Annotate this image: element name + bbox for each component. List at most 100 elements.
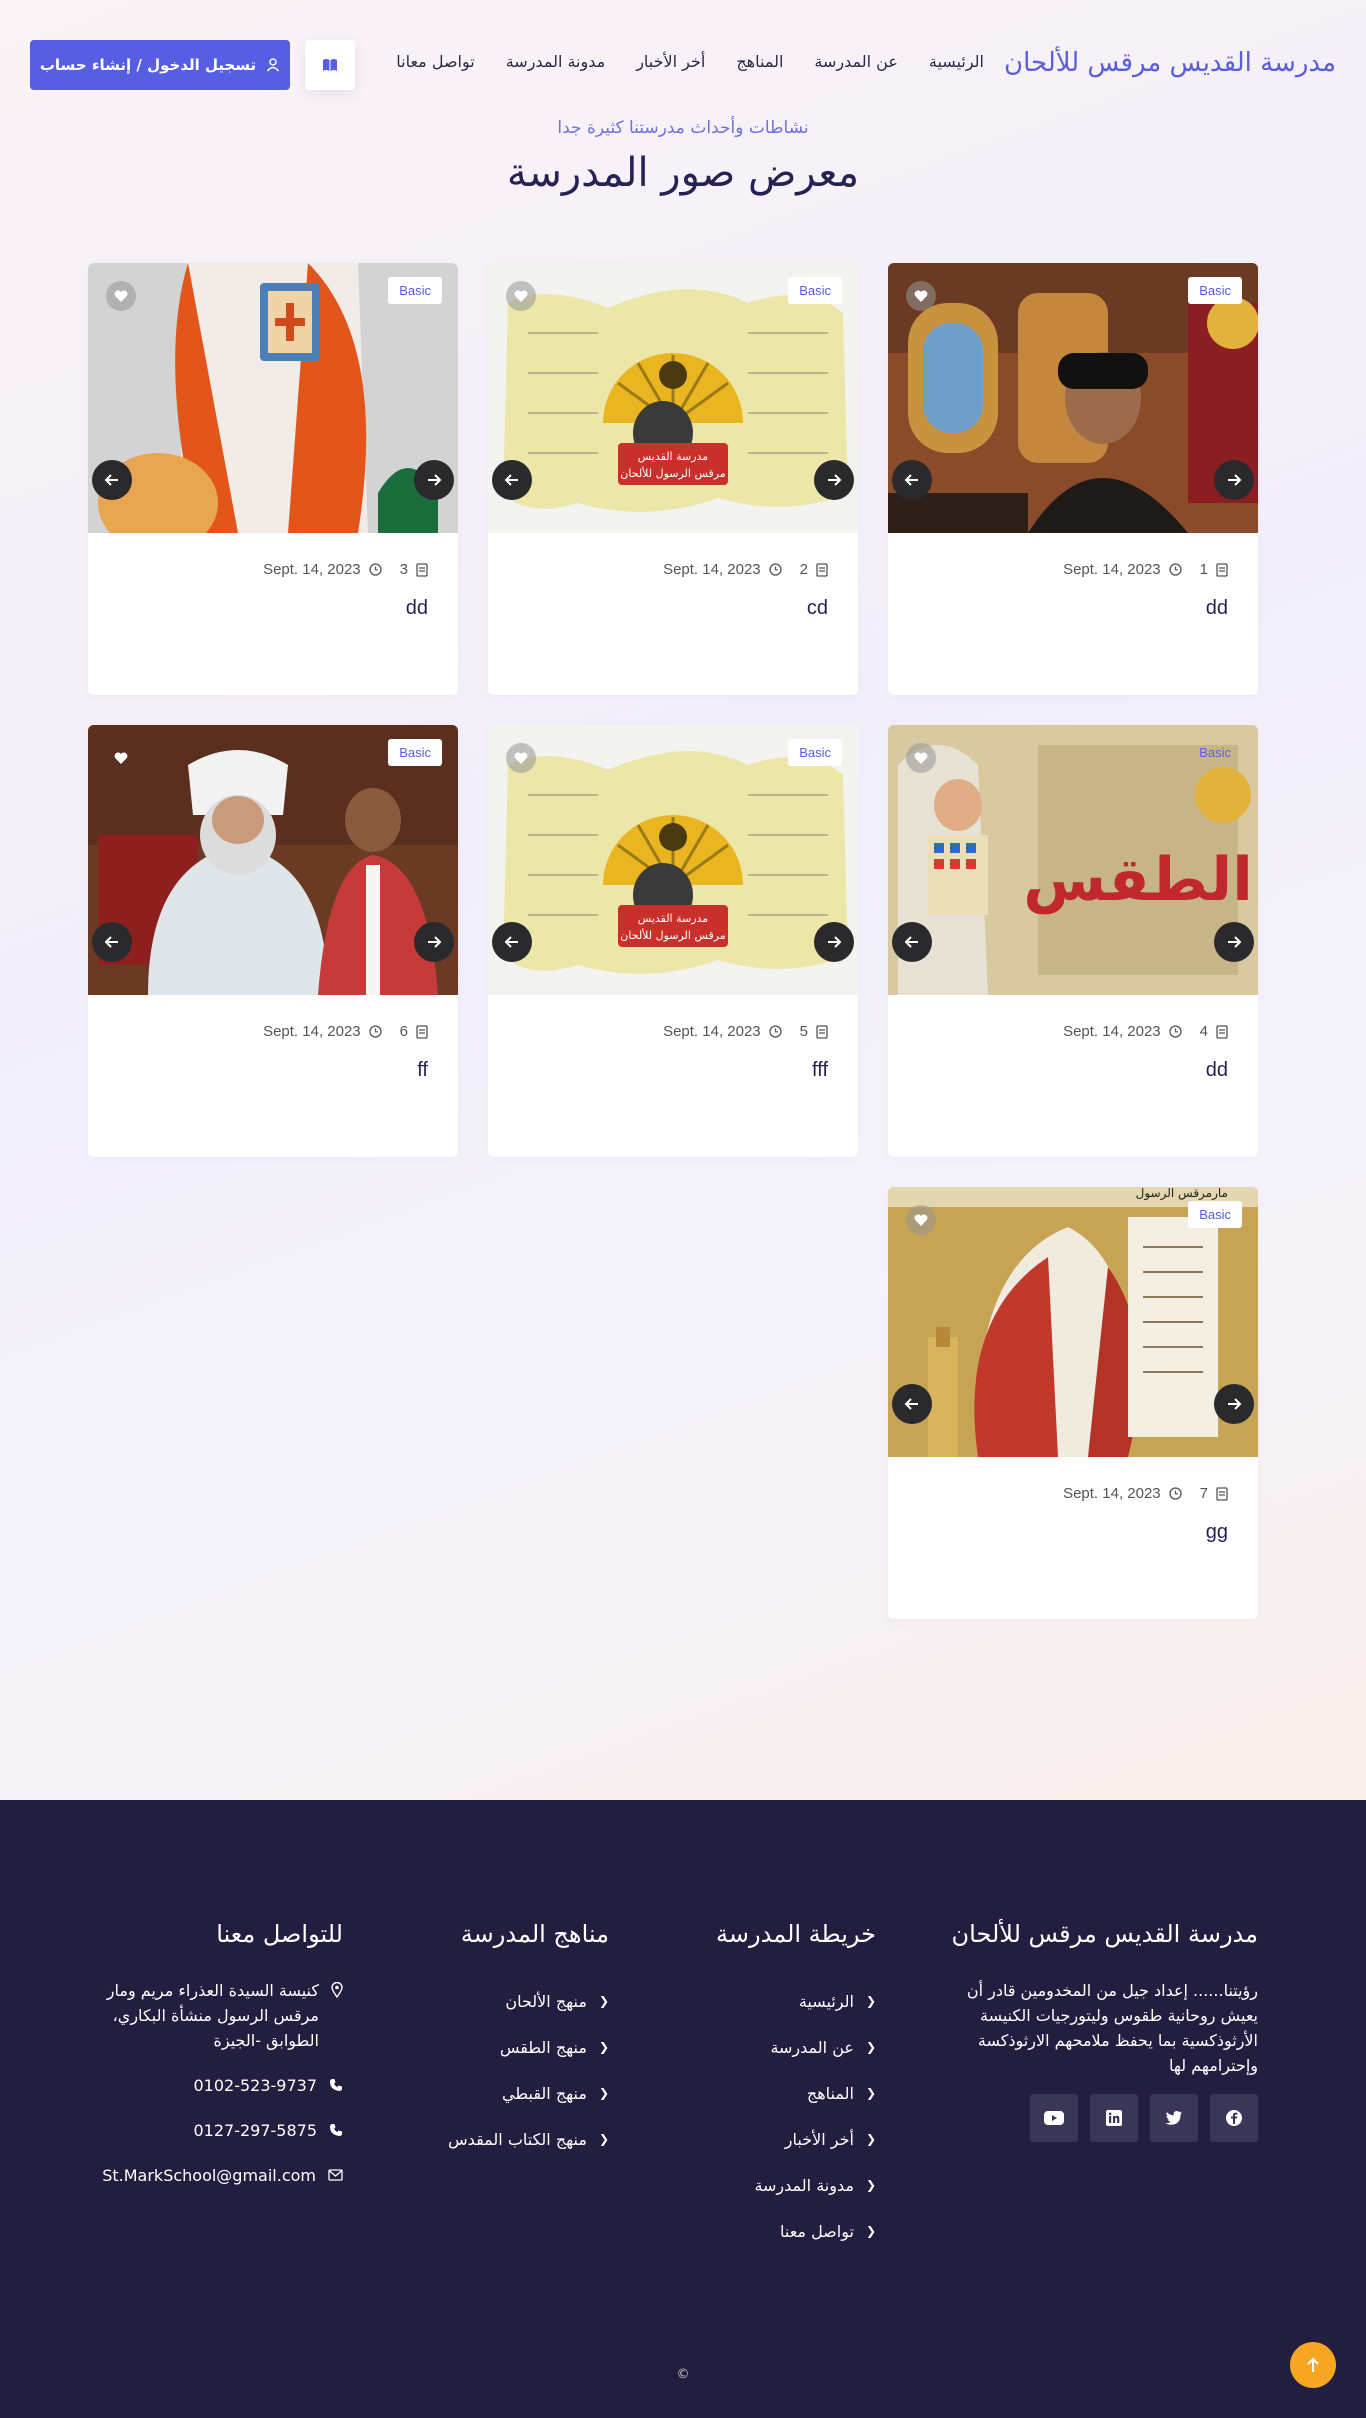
site-footer: مدرسة القديس مرقس للألحان رؤيتنا...... إ… xyxy=(0,1800,1366,2418)
gallery-card[interactable]: Basic 6 Sept. 14, 2023 ff xyxy=(88,725,458,1157)
linkedin-link[interactable] xyxy=(1090,2094,1138,2142)
like-button[interactable] xyxy=(506,743,536,773)
card-number: 1 xyxy=(1199,561,1208,578)
nav-item-home[interactable]: الرئيسية xyxy=(929,52,984,71)
document-icon xyxy=(816,1024,828,1039)
prev-image-button[interactable] xyxy=(492,460,532,500)
arrow-right-icon xyxy=(1228,474,1242,486)
gallery-subtitle: نشاطات وأحداث مدرستنا كثيرة جدا xyxy=(557,118,809,138)
site-brand[interactable]: مدرسة القديس مرقس للألحان xyxy=(1004,48,1336,78)
book-button[interactable] xyxy=(305,40,355,90)
scroll-to-top-button[interactable] xyxy=(1290,2342,1336,2388)
contact-phone-1[interactable]: 0102-523-9737 xyxy=(103,2073,343,2098)
arrow-left-icon xyxy=(504,474,518,486)
card-meta: 2 Sept. 14, 2023 xyxy=(663,561,828,578)
youtube-link[interactable] xyxy=(1030,2094,1078,2142)
card-meta: 4 Sept. 14, 2023 xyxy=(1063,1023,1228,1040)
heart-icon xyxy=(114,752,128,764)
footer-link-home[interactable]: ❮ الرئيسية xyxy=(716,1978,876,2024)
social-links xyxy=(1030,2094,1258,2142)
card-title[interactable]: cd xyxy=(807,597,828,620)
card-title[interactable]: dd xyxy=(1206,1059,1228,1082)
card-title[interactable]: gg xyxy=(1206,1521,1228,1544)
chevron-left-icon: ❮ xyxy=(865,2132,876,2146)
nav-item-curricula[interactable]: المناهج xyxy=(736,52,783,71)
card-image: Basic xyxy=(88,725,458,995)
next-image-button[interactable] xyxy=(414,460,454,500)
nav-item-news[interactable]: أخر الأخبار xyxy=(636,52,705,71)
gallery-card[interactable]: Basic 3 Sept. 14, 2023 dd xyxy=(88,263,458,695)
like-button[interactable] xyxy=(906,1205,936,1235)
chevron-left-icon: ❮ xyxy=(598,2086,609,2100)
arrow-up-icon xyxy=(1307,2357,1319,2372)
curriculum-link-rite[interactable]: ❮ منهج الطقس xyxy=(448,2024,609,2070)
arrow-left-icon xyxy=(104,936,118,948)
gallery-card[interactable]: Basic 1 Sept. 14, 2023 dd xyxy=(888,263,1258,695)
location-pin-icon xyxy=(331,1982,343,1998)
like-button[interactable] xyxy=(906,743,936,773)
gallery-card[interactable]: مارمرقس الرسول Basic 7 Sept. 14, 2023 gg xyxy=(888,1187,1258,1619)
curriculum-link-bible[interactable]: ❮ منهج الكتاب المقدس xyxy=(448,2116,609,2162)
prev-image-button[interactable] xyxy=(892,922,932,962)
card-date: Sept. 14, 2023 xyxy=(663,561,761,578)
footer-contact: للتواصل معنا كنيسة السيدة العذراء مريم و… xyxy=(102,1920,343,2208)
card-title[interactable]: dd xyxy=(406,597,428,620)
card-meta: 3 Sept. 14, 2023 xyxy=(263,561,428,578)
card-number: 7 xyxy=(1199,1485,1208,1502)
card-date: Sept. 14, 2023 xyxy=(1063,1023,1161,1040)
footer-link-about[interactable]: ❮ عن المدرسة xyxy=(716,2024,876,2070)
phone-1-text: 0102-523-9737 xyxy=(193,2076,317,2095)
next-image-button[interactable] xyxy=(1214,922,1254,962)
contact-email[interactable]: St.MarkSchool@gmail.com xyxy=(102,2163,343,2188)
rite-caption: الطقس xyxy=(1023,845,1253,915)
facebook-link[interactable] xyxy=(1210,2094,1258,2142)
card-badge: Basic xyxy=(388,739,442,766)
prev-image-button[interactable] xyxy=(892,460,932,500)
curriculum-link-hymns[interactable]: ❮ منهج الألحان xyxy=(448,1978,609,2024)
next-image-button[interactable] xyxy=(814,460,854,500)
footer-link-news[interactable]: ❮ أخر الأخبار xyxy=(716,2116,876,2162)
like-button[interactable] xyxy=(506,281,536,311)
card-title[interactable]: fff xyxy=(812,1059,828,1082)
prev-image-button[interactable] xyxy=(892,1384,932,1424)
curriculum-link-label: منهج القبطي xyxy=(502,2083,587,2103)
nav-item-contact[interactable]: تواصل معانا xyxy=(396,52,474,71)
card-title[interactable]: ff xyxy=(417,1059,428,1082)
footer-link-contact[interactable]: ❮ تواصل معنا xyxy=(716,2208,876,2254)
footer-link-blog[interactable]: ❮ مدونة المدرسة xyxy=(716,2162,876,2208)
document-icon xyxy=(816,562,828,577)
like-button[interactable] xyxy=(906,281,936,311)
login-signup-button[interactable]: تسجيل الدخول / إنشاء حساب xyxy=(30,40,290,90)
prev-image-button[interactable] xyxy=(492,922,532,962)
nav-item-blog[interactable]: مدونة المدرسة xyxy=(506,52,606,71)
like-button[interactable] xyxy=(106,743,136,773)
next-image-button[interactable] xyxy=(814,922,854,962)
gallery-card[interactable]: الطقس Basic 4 Sept. 14, 2023 dd xyxy=(888,725,1258,1157)
contact-phone-2[interactable]: 0127-297-5875 xyxy=(103,2118,343,2143)
card-number: 6 xyxy=(399,1023,408,1040)
gallery-card[interactable]: مدرسة القديس مرقس الرسول للألحان Basic 2… xyxy=(488,263,858,695)
document-icon xyxy=(1216,1486,1228,1501)
clock-icon xyxy=(369,1025,382,1038)
card-title[interactable]: dd xyxy=(1206,597,1228,620)
clock-icon xyxy=(769,563,782,576)
arrow-right-icon xyxy=(428,474,442,486)
card-number: 2 xyxy=(799,561,808,578)
next-image-button[interactable] xyxy=(414,922,454,962)
nav-item-about[interactable]: عن المدرسة xyxy=(814,52,898,71)
card-badge: Basic xyxy=(1188,277,1242,304)
prev-image-button[interactable] xyxy=(92,922,132,962)
like-button[interactable] xyxy=(106,281,136,311)
prev-image-button[interactable] xyxy=(92,460,132,500)
next-image-button[interactable] xyxy=(1214,460,1254,500)
card-date: Sept. 14, 2023 xyxy=(1063,561,1161,578)
footer-link-curricula[interactable]: ❮ المناهج xyxy=(716,2070,876,2116)
card-image: Basic xyxy=(888,263,1258,533)
card-badge: Basic xyxy=(1199,745,1231,760)
document-icon xyxy=(1216,562,1228,577)
gallery-card[interactable]: مدرسة القديس مرقس الرسول للألحان Basic 5… xyxy=(488,725,858,1157)
card-date: Sept. 14, 2023 xyxy=(263,1023,361,1040)
curriculum-link-coptic[interactable]: ❮ منهج القبطي xyxy=(448,2070,609,2116)
twitter-link[interactable] xyxy=(1150,2094,1198,2142)
next-image-button[interactable] xyxy=(1214,1384,1254,1424)
